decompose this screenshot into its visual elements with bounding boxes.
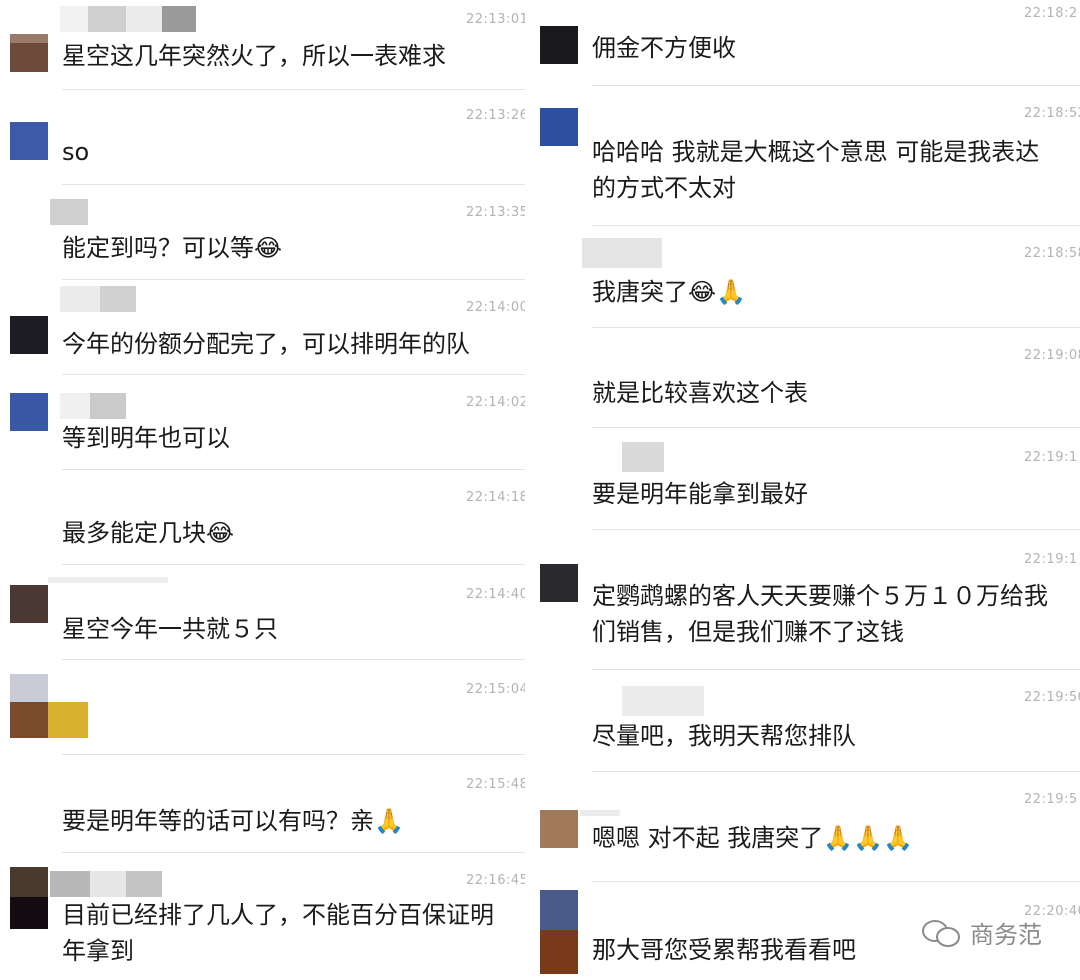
- message-text: 要是明年能拿到最好: [592, 480, 808, 508]
- chat-message[interactable]: 22:14:02 等到明年也可以: [0, 375, 529, 470]
- avatar[interactable]: [540, 26, 578, 64]
- message-timestamp: 22:19:50: [1024, 690, 1080, 705]
- message-text: 就是比较喜欢这个表: [592, 379, 808, 407]
- message-text: 目前已经排了几人了，不能百分百保证明 年拿到: [62, 901, 494, 965]
- avatar[interactable]: [10, 122, 48, 160]
- avatar[interactable]: [540, 810, 578, 848]
- message-text: 等到明年也可以: [62, 424, 230, 452]
- avatar[interactable]: [10, 393, 48, 431]
- message-text: 星空今年一共就５只: [62, 615, 278, 643]
- wechat-icon: [922, 918, 962, 947]
- message-timestamp: 22:18:52: [1024, 106, 1080, 121]
- chat-message[interactable]: 22:16:45 目前已经排了几人了，不能百分百保证明 年拿到: [0, 853, 529, 980]
- blurred-username: [622, 442, 664, 472]
- message-text: 那大哥您受累帮我看看吧: [592, 936, 856, 964]
- avatar[interactable]: [10, 34, 48, 72]
- blurred-username: [622, 686, 704, 716]
- chat-message[interactable]: 22:13:35 能定到吗？可以等😂: [0, 185, 529, 280]
- chat-message[interactable]: 22:13:26 so: [0, 90, 529, 185]
- chat-column-left: 22:13:01 星空这几年突然火了，所以一表难求 22:13:26 so 22…: [0, 0, 529, 980]
- message-timestamp: 22:14:40: [466, 587, 529, 602]
- chat-message[interactable]: 22:18:52 哈哈哈 我就是大概这个意思 可能是我表达 的方式不太对: [530, 86, 1080, 226]
- avatar[interactable]: [540, 108, 578, 146]
- message-timestamp: 22:13:35: [466, 205, 529, 220]
- message-timestamp: 22:13:01: [466, 12, 529, 27]
- message-text: 能定到吗？可以等😂: [62, 234, 283, 262]
- avatar[interactable]: [10, 585, 48, 623]
- blurred-username: [60, 393, 126, 419]
- message-text: 尽量吧，我明天帮您排队: [592, 722, 856, 750]
- chat-message[interactable]: 22:15:04: [0, 660, 529, 755]
- watermark: 商务范: [922, 912, 1042, 952]
- message-timestamp: 22:14:00: [466, 300, 529, 315]
- chat-message[interactable]: 22:15:48 要是明年等的话可以有吗？亲🙏: [0, 755, 529, 853]
- chat-message[interactable]: 22:14:18 最多能定几块😂: [0, 470, 529, 565]
- message-text: 今年的份额分配完了，可以排明年的队: [62, 330, 470, 358]
- chat-message[interactable]: 22:18:2 佣金不方便收: [530, 0, 1080, 86]
- avatar[interactable]: [540, 890, 578, 974]
- message-text: 星空这几年突然火了，所以一表难求: [62, 42, 446, 70]
- message-text: 定鹦鹉螺的客人天天要赚个５万１０万给我 们销售，但是我们赚不了这钱: [592, 582, 1048, 646]
- blurred-username: [48, 577, 168, 603]
- message-timestamp: 22:18:58: [1024, 246, 1080, 261]
- message-timestamp: 22:15:04: [466, 682, 529, 697]
- avatar[interactable]: [10, 316, 48, 354]
- message-timestamp: 22:14:02: [466, 395, 529, 410]
- message-timestamp: 22:15:48: [466, 777, 529, 792]
- blurred-username: [60, 286, 136, 312]
- chat-message[interactable]: 22:19:1 定鹦鹉螺的客人天天要赚个５万１０万给我 们销售，但是我们赚不了这…: [530, 530, 1080, 670]
- avatar[interactable]: [540, 564, 578, 602]
- message-timestamp: 22:18:2: [1024, 6, 1078, 21]
- message-text: 我唐突了😂🙏: [592, 278, 746, 306]
- chat-message[interactable]: 22:19:08 就是比较喜欢这个表: [530, 328, 1080, 428]
- blurred-username: [582, 238, 662, 268]
- message-text: 佣金不方便收: [592, 34, 736, 62]
- chat-message[interactable]: 22:14:00 今年的份额分配完了，可以排明年的队: [0, 280, 529, 375]
- message-text: 最多能定几块😂: [62, 519, 235, 547]
- message-text: 要是明年等的话可以有吗？亲🙏: [62, 807, 404, 835]
- message-timestamp: 22:19:1: [1024, 552, 1078, 567]
- chat-message[interactable]: 22:14:40 星空今年一共就５只: [0, 565, 529, 660]
- watermark-text: 商务范: [970, 920, 1042, 949]
- message-timestamp: 22:14:18: [466, 490, 529, 505]
- blurred-username: [50, 871, 162, 897]
- chat-message[interactable]: 22:19:5 嗯嗯 对不起 我唐突了🙏🙏🙏: [530, 772, 1080, 882]
- avatar[interactable]: [10, 674, 88, 738]
- avatar[interactable]: [10, 867, 48, 929]
- chat-message[interactable]: 22:18:58 我唐突了😂🙏: [530, 226, 1080, 328]
- message-text: so: [62, 138, 90, 166]
- message-timestamp: 22:19:1: [1024, 450, 1078, 465]
- chat-message[interactable]: 22:19:1 要是明年能拿到最好: [530, 428, 1080, 530]
- message-timestamp: 22:19:08: [1024, 348, 1080, 363]
- message-text: 嗯嗯 对不起 我唐突了🙏🙏🙏: [592, 824, 913, 852]
- message-timestamp: 22:13:26: [466, 108, 529, 123]
- message-timestamp: 22:19:5: [1024, 792, 1078, 807]
- message-text: 哈哈哈 我就是大概这个意思 可能是我表达 的方式不太对: [592, 138, 1040, 202]
- blurred-username: [50, 199, 88, 225]
- blurred-username: [60, 6, 196, 32]
- chat-message[interactable]: 22:13:01 星空这几年突然火了，所以一表难求: [0, 0, 529, 90]
- chat-column-right: 22:18:2 佣金不方便收 22:18:52 哈哈哈 我就是大概这个意思 可能…: [530, 0, 1080, 980]
- message-timestamp: 22:16:45: [466, 873, 529, 888]
- chat-message[interactable]: 22:19:50 尽量吧，我明天帮您排队: [530, 670, 1080, 772]
